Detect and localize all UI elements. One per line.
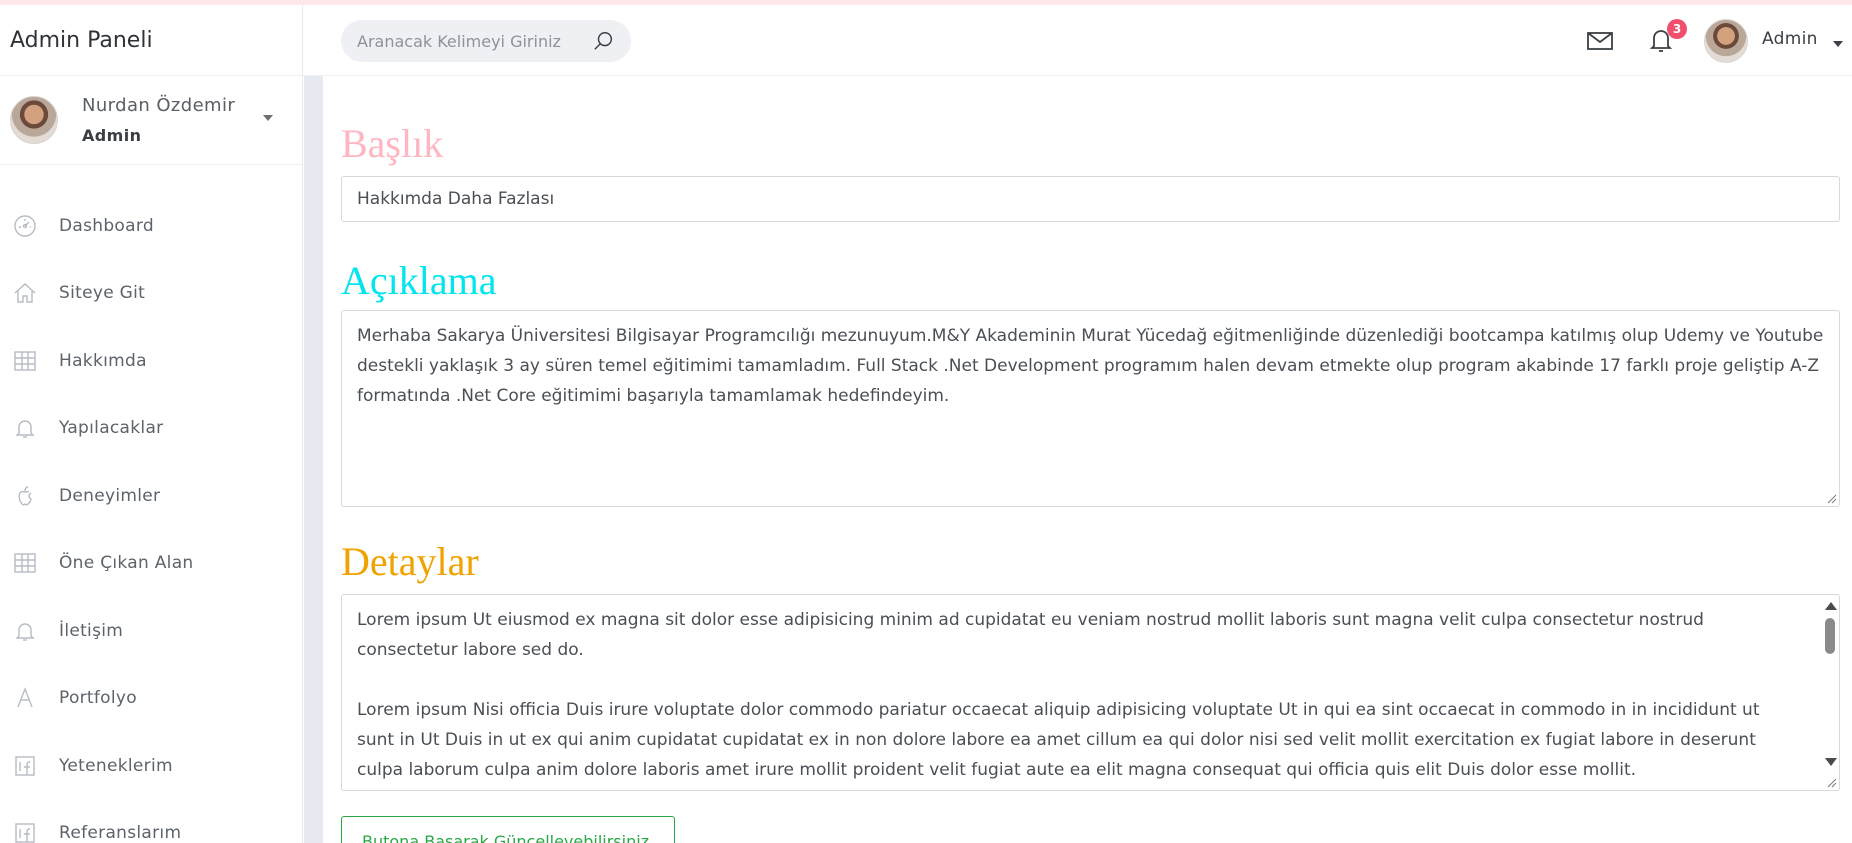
sidebar-item-label: Öne Çıkan Alan xyxy=(59,553,194,574)
sidebar-item-yapilacaklar[interactable]: Yapılacaklar xyxy=(0,395,302,463)
top-header: 3 Admin xyxy=(303,5,1852,76)
content-gutter xyxy=(304,76,323,843)
profile-name: Nurdan Özdemir xyxy=(82,95,236,116)
search-box xyxy=(341,20,631,62)
profile-role: Admin xyxy=(82,126,142,145)
apple-icon xyxy=(12,483,38,509)
notification-badge: 3 xyxy=(1667,19,1687,39)
bell-icon xyxy=(12,618,38,644)
scroll-down-icon[interactable] xyxy=(1825,758,1837,766)
details-scrollbar[interactable] xyxy=(1822,596,1838,790)
sidebar-item-label: Referanslarım xyxy=(59,823,182,843)
details-label: Detaylar xyxy=(341,539,479,584)
details-textarea[interactable]: Lorem ipsum Ut eiusmod ex magna sit dolo… xyxy=(341,594,1840,791)
sidebar-item-label: Deneyimler xyxy=(59,485,161,506)
brand-title: Admin Paneli xyxy=(10,27,153,53)
facebook-square-icon xyxy=(12,820,38,843)
profile-info: Nurdan Özdemir Admin xyxy=(82,95,235,145)
sidebar-item-label: Siteye Git xyxy=(59,283,146,304)
chevron-down-icon[interactable] xyxy=(263,115,273,121)
bell-icon xyxy=(12,415,38,441)
brand[interactable]: Admin Paneli xyxy=(0,5,302,76)
sidebar-item-label: Yeteneklerim xyxy=(59,755,173,776)
grid-icon xyxy=(12,348,38,374)
title-label: Başlık xyxy=(341,121,444,166)
sidebar-item-label: Dashboard xyxy=(59,215,154,236)
update-button[interactable]: Butona Basarak Güncellevebilirsiniz xyxy=(341,816,675,843)
sidebar-item-label: Portfolyo xyxy=(59,688,137,709)
scroll-up-icon[interactable] xyxy=(1825,602,1837,610)
sidebar-item-hakkimda[interactable]: Hakkımda xyxy=(0,327,302,395)
search-input[interactable] xyxy=(341,31,571,51)
sidebar-item-referanslarim[interactable]: Referanslarım xyxy=(0,800,302,843)
sidebar-item-iletisim[interactable]: İletişim xyxy=(0,597,302,665)
chevron-down-icon[interactable] xyxy=(1833,41,1843,47)
details-paragraph: Lorem ipsum Nisi officia Duis irure volu… xyxy=(357,700,1760,780)
resize-grip-icon[interactable] xyxy=(1825,776,1837,788)
gauge-icon xyxy=(12,213,38,239)
mail-icon[interactable] xyxy=(1587,31,1613,51)
grid-icon xyxy=(12,550,38,576)
avatar xyxy=(10,96,58,144)
sidebar: Admin Paneli Nurdan Özdemir Admin Dashbo… xyxy=(0,5,303,843)
details-paragraph: Lorem ipsum Ut eiusmod ex magna sit dolo… xyxy=(357,610,1704,660)
title-field[interactable]: Hakkımda Daha Fazlası xyxy=(341,176,1840,222)
home-icon xyxy=(12,280,38,306)
avatar[interactable] xyxy=(1704,19,1748,63)
scroll-thumb[interactable] xyxy=(1825,618,1835,654)
main-content: Başlık Hakkımda Daha Fazlası Açıklama Me… xyxy=(323,76,1852,843)
user-menu-label[interactable]: Admin xyxy=(1762,29,1818,49)
sidebar-item-dashboard[interactable]: Dashboard xyxy=(0,192,302,260)
sidebar-item-portfolyo[interactable]: Portfolyo xyxy=(0,665,302,733)
sidebar-item-one-cikan-alan[interactable]: Öne Çıkan Alan xyxy=(0,530,302,598)
description-textarea[interactable]: Merhaba Sakarya Üniversitesi Bilgisayar … xyxy=(341,310,1840,507)
sidebar-item-label: İletişim xyxy=(59,620,124,641)
search-icon[interactable] xyxy=(593,30,615,52)
sidebar-nav: Dashboard Siteye Git Hakkımda Yapılacakl… xyxy=(0,192,302,843)
resize-grip-icon[interactable] xyxy=(1825,492,1837,504)
sidebar-item-yeteneklerim[interactable]: Yeteneklerim xyxy=(0,732,302,800)
sidebar-item-label: Hakkımda xyxy=(59,350,147,371)
description-label: Açıklama xyxy=(341,258,497,303)
sidebar-item-label: Yapılacaklar xyxy=(59,418,164,439)
sidebar-item-deneyimler[interactable]: Deneyimler xyxy=(0,462,302,530)
facebook-square-icon xyxy=(12,753,38,779)
description-text: Merhaba Sakarya Üniversitesi Bilgisayar … xyxy=(357,326,1824,406)
sidebar-item-siteye-git[interactable]: Siteye Git xyxy=(0,260,302,328)
sidebar-profile[interactable]: Nurdan Özdemir Admin xyxy=(0,76,302,165)
font-icon xyxy=(12,685,38,711)
